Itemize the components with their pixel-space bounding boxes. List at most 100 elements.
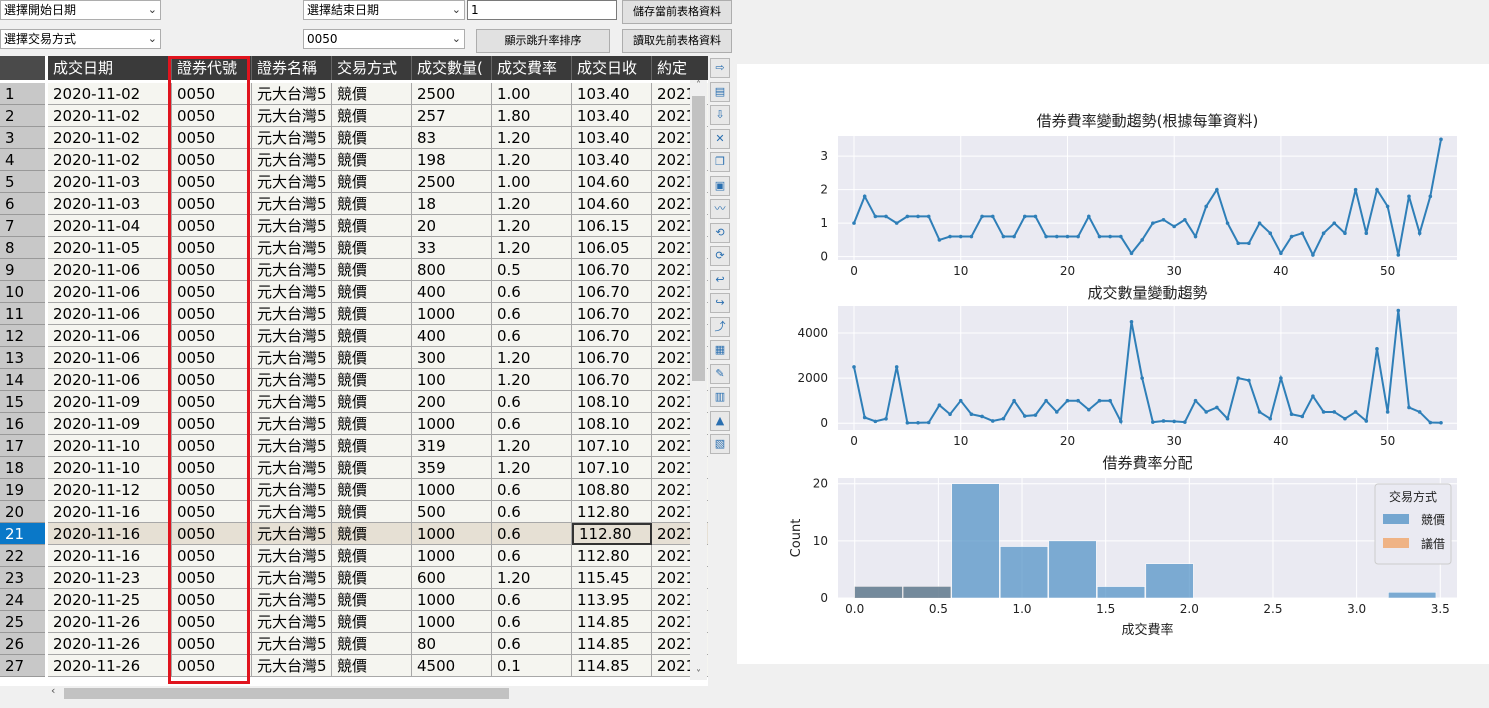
cell-trade-rate[interactable]: 0.6 xyxy=(492,281,572,303)
cell-security-name[interactable]: 元大台灣5 xyxy=(252,171,332,193)
cell-trade-rate[interactable]: 1.20 xyxy=(492,457,572,479)
cell-security-name[interactable]: 元大台灣5 xyxy=(252,589,332,611)
cell-trade-rate[interactable]: 1.20 xyxy=(492,567,572,589)
row-header[interactable]: 10 xyxy=(0,281,45,303)
cell-trade-quantity[interactable]: 600 xyxy=(412,567,492,589)
cell-security-name[interactable]: 元大台灣5 xyxy=(252,149,332,171)
cell-trade-quantity[interactable]: 1000 xyxy=(412,589,492,611)
back-icon[interactable]: ↩ xyxy=(710,269,730,290)
cell-trade-quantity[interactable]: 1000 xyxy=(412,413,492,435)
paste-icon[interactable]: ▣ xyxy=(710,175,730,196)
cell-trade-date[interactable]: 2020-11-10 xyxy=(48,457,172,479)
cell-trade-quantity[interactable]: 100 xyxy=(412,369,492,391)
row-header[interactable]: 24 xyxy=(0,589,45,611)
cell-trade-method[interactable]: 競價 xyxy=(332,479,412,501)
cell-security-name[interactable]: 元大台灣5 xyxy=(252,193,332,215)
load-table-button[interactable]: 讀取先前表格資料 xyxy=(622,29,732,53)
cell-trade-date[interactable]: 2020-11-02 xyxy=(48,105,172,127)
cell-close-price[interactable]: 106.70 xyxy=(572,281,652,303)
cell-close-price[interactable]: 113.95 xyxy=(572,589,652,611)
cell-close-price[interactable]: 107.10 xyxy=(572,457,652,479)
cell-trade-rate[interactable]: 1.20 xyxy=(492,149,572,171)
cell-close-price[interactable]: 114.85 xyxy=(572,611,652,633)
cell-trade-date[interactable]: 2020-11-26 xyxy=(48,633,172,655)
cell-trade-rate[interactable]: 0.6 xyxy=(492,589,572,611)
save-table-button[interactable]: 儲存當前表格資料 xyxy=(622,0,732,24)
cell-close-price[interactable]: 114.85 xyxy=(572,633,652,655)
column-header-trade-quantity[interactable]: 成交數量( xyxy=(412,56,492,80)
column-header-close-price[interactable]: 成交日收 xyxy=(572,56,652,80)
cell-trade-date[interactable]: 2020-11-02 xyxy=(48,149,172,171)
cell-security-name[interactable]: 元大台灣5 xyxy=(252,567,332,589)
cell-close-price[interactable]: 108.80 xyxy=(572,479,652,501)
cell-trade-date[interactable]: 2020-11-05 xyxy=(48,237,172,259)
cell-trade-quantity[interactable]: 1000 xyxy=(412,523,492,545)
cell-trade-quantity[interactable]: 18 xyxy=(412,193,492,215)
cell-trade-method[interactable]: 競價 xyxy=(332,127,412,149)
cell-trade-date[interactable]: 2020-11-10 xyxy=(48,435,172,457)
cell-trade-rate[interactable]: 0.6 xyxy=(492,501,572,523)
cell-security-code[interactable]: 0050 xyxy=(172,633,252,655)
cell-trade-method[interactable]: 競價 xyxy=(332,215,412,237)
cell-security-name[interactable]: 元大台灣5 xyxy=(252,523,332,545)
cell-trade-method[interactable]: 競價 xyxy=(332,281,412,303)
cell-security-name[interactable]: 元大台灣5 xyxy=(252,391,332,413)
cell-close-price[interactable]: 106.70 xyxy=(572,259,652,281)
cell-security-code[interactable]: 0050 xyxy=(172,105,252,127)
column-header-security-code[interactable]: 證券代號 xyxy=(172,56,252,80)
end-date-select[interactable]: 選擇結束日期 ⌄ xyxy=(303,0,465,20)
calculator-icon[interactable]: ▥ xyxy=(710,387,730,407)
cell-trade-quantity[interactable]: 1000 xyxy=(412,545,492,567)
cell-trade-date[interactable]: 2020-11-02 xyxy=(48,83,172,105)
cell-close-price[interactable]: 104.60 xyxy=(572,193,652,215)
cell-close-price[interactable]: 114.85 xyxy=(572,655,652,677)
cell-trade-rate[interactable]: 1.00 xyxy=(492,83,572,105)
cell-trade-rate[interactable]: 0.6 xyxy=(492,303,572,325)
page-icon[interactable]: ▦ xyxy=(710,340,730,360)
cell-trade-rate[interactable]: 0.5 xyxy=(492,259,572,281)
redo-icon[interactable]: ⟳ xyxy=(710,246,730,266)
row-header[interactable]: 20 xyxy=(0,501,45,523)
grid-corner[interactable] xyxy=(0,56,45,80)
cell-security-code[interactable]: 0050 xyxy=(172,589,252,611)
row-header[interactable]: 14 xyxy=(0,369,45,391)
cell-security-name[interactable]: 元大台灣5 xyxy=(252,633,332,655)
cell-security-code[interactable]: 0050 xyxy=(172,435,252,457)
cell-close-price[interactable]: 103.40 xyxy=(572,127,652,149)
line-chart-icon[interactable]: ⤴ xyxy=(710,316,730,337)
cell-close-price[interactable]: 106.15 xyxy=(572,215,652,237)
save-icon[interactable]: ▤ xyxy=(710,81,730,102)
row-header[interactable]: 5 xyxy=(0,171,45,193)
cell-trade-method[interactable]: 競價 xyxy=(332,303,412,325)
row-header[interactable]: 23 xyxy=(0,567,45,589)
cell-trade-date[interactable]: 2020-11-02 xyxy=(48,127,172,149)
cell-trade-rate[interactable]: 0.6 xyxy=(492,325,572,347)
row-header[interactable]: 18 xyxy=(0,457,45,479)
cell-trade-quantity[interactable]: 500 xyxy=(412,501,492,523)
cell-trade-date[interactable]: 2020-11-06 xyxy=(48,303,172,325)
import-icon[interactable]: ⇩ xyxy=(710,105,730,125)
cell-trade-date[interactable]: 2020-11-04 xyxy=(48,215,172,237)
row-header[interactable]: 13 xyxy=(0,347,45,369)
stats-icon[interactable]: ▲ xyxy=(710,410,730,431)
row-header[interactable]: 22 xyxy=(0,545,45,567)
chart-icon[interactable]: 〰 xyxy=(710,199,730,219)
cell-trade-quantity[interactable]: 2500 xyxy=(412,83,492,105)
cell-security-code[interactable]: 0050 xyxy=(172,281,252,303)
trade-method-select[interactable]: 選擇交易方式 ⌄ xyxy=(0,29,161,49)
cell-trade-method[interactable]: 競價 xyxy=(332,435,412,457)
cell-trade-method[interactable]: 競價 xyxy=(332,149,412,171)
sort-rate-button[interactable]: 顯示跳升率排序 xyxy=(476,29,610,53)
cell-trade-quantity[interactable]: 800 xyxy=(412,259,492,281)
edit-icon[interactable]: ✎ xyxy=(710,363,730,384)
cell-trade-quantity[interactable]: 319 xyxy=(412,435,492,457)
column-header-trade-rate[interactable]: 成交費率 xyxy=(492,56,572,80)
cell-trade-rate[interactable]: 1.20 xyxy=(492,127,572,149)
scroll-left-icon[interactable]: ‹ xyxy=(51,684,55,697)
cell-trade-date[interactable]: 2020-11-09 xyxy=(48,391,172,413)
row-header[interactable]: 7 xyxy=(0,215,45,237)
start-date-select[interactable]: 選擇開始日期 ⌄ xyxy=(0,0,161,20)
cell-trade-quantity[interactable]: 1000 xyxy=(412,611,492,633)
cell-close-price[interactable]: 112.80 xyxy=(572,545,652,567)
row-header[interactable]: 15 xyxy=(0,391,45,413)
